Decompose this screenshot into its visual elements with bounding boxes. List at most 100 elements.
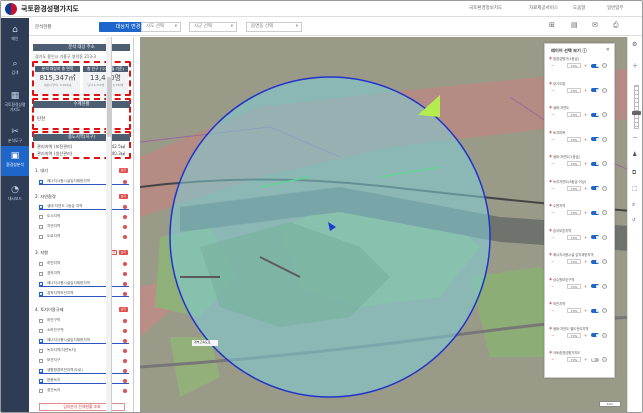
layer-item[interactable]: ◉ 국토환경성평가지도 − 70% + <box>549 350 612 376</box>
opacity-value[interactable]: 70% <box>567 161 581 166</box>
ruler-icon[interactable]: ⧉ <box>632 169 636 177</box>
list-item[interactable]: 에너지사용시설입지제한지역 <box>39 337 129 345</box>
layer-item[interactable]: ◉ 녹지자연도(8등급 이상) −70% + <box>549 179 612 205</box>
opacity-value[interactable]: 70% <box>567 63 581 68</box>
info-dot-icon[interactable] <box>123 261 127 266</box>
nav-item-home[interactable]: ⌂ 메인 <box>1 20 29 50</box>
info-dot-icon[interactable] <box>123 271 127 276</box>
opacity-value[interactable]: 70% <box>567 234 581 240</box>
eye-icon[interactable]: ◉ <box>549 252 552 256</box>
checkbox[interactable] <box>39 234 43 239</box>
info-dot-icon[interactable] <box>123 358 127 363</box>
eye-icon[interactable]: ◉ <box>549 130 552 134</box>
checkbox[interactable] <box>39 204 43 211</box>
layer-toggle[interactable] <box>591 186 599 190</box>
zoom-slider-thumb[interactable] <box>632 111 641 115</box>
list-item[interactable]: 경작지역 <box>39 270 129 277</box>
legend-icon[interactable] <box>602 259 607 264</box>
plus-icon[interactable]: + <box>584 112 587 117</box>
plus-icon[interactable]: ＋ <box>632 61 638 70</box>
layer-item[interactable]: ◉ 수변지역 −70% + <box>549 203 612 229</box>
minus-icon[interactable]: − <box>551 63 554 68</box>
minus-icon[interactable]: − <box>551 357 554 362</box>
panel-scrollbar[interactable] <box>106 37 112 412</box>
opacity-value[interactable]: 70% <box>567 357 581 362</box>
eye-icon[interactable]: ◉ <box>549 350 552 354</box>
legend-icon[interactable] <box>602 283 607 289</box>
checkbox[interactable] <box>39 368 43 375</box>
list-item[interactable]: 보전지구 <box>39 357 129 364</box>
header-link-4[interactable]: 일반업무 <box>607 5 624 11</box>
legend-icon[interactable] <box>602 136 607 142</box>
info-dot-icon[interactable] <box>123 388 127 393</box>
list-item[interactable]: 하천지역 <box>39 260 129 267</box>
layer-item[interactable]: ◉ 에너지사용시설 입지제한지역 −70% + <box>549 252 612 278</box>
eye-icon[interactable]: ◉ <box>549 277 552 281</box>
layer-toggle[interactable] <box>591 63 599 68</box>
checkbox[interactable] <box>39 179 43 186</box>
nav-item-dashboard[interactable]: ◔ 대시보드 <box>1 180 29 210</box>
eye-icon[interactable]: ◉ <box>549 326 552 330</box>
list-item[interactable]: 하천구역 <box>39 317 129 324</box>
eye-icon[interactable]: ◉ <box>549 81 552 85</box>
layer-item[interactable]: ◉ 생태·자연도 별도관리지역 −70% + <box>549 326 612 352</box>
layer-item[interactable]: ◉ 환경성평가(1등급) −70% + <box>549 56 612 82</box>
eye-icon[interactable]: ◉ <box>549 228 552 232</box>
section-view-button[interactable]: 보기 <box>119 250 128 255</box>
legend-icon[interactable] <box>602 234 607 240</box>
plus-icon[interactable]: + <box>584 186 587 191</box>
legend-icon[interactable] <box>602 185 607 191</box>
checkbox[interactable] <box>39 318 43 323</box>
zoom-slider[interactable] <box>634 85 639 129</box>
plus-icon[interactable]: + <box>584 235 587 240</box>
opacity-value[interactable]: 70% <box>567 283 581 289</box>
list-item[interactable]: 소하천구역 <box>39 327 129 334</box>
info-dot-icon[interactable] <box>123 204 127 209</box>
layer-item[interactable]: ◉ 상수원보호구역 −70% + <box>549 277 612 303</box>
scrollbar-thumb[interactable] <box>107 77 111 137</box>
layer-toggle[interactable] <box>591 210 599 215</box>
plus-icon[interactable]: + <box>584 284 587 289</box>
plus-icon[interactable]: + <box>584 333 587 338</box>
layer-toggle[interactable] <box>591 137 599 141</box>
minus-icon[interactable]: − <box>551 284 554 289</box>
layer-toggle[interactable] <box>591 333 599 337</box>
eye-icon[interactable]: ◉ <box>549 154 552 158</box>
nav-item-analysis[interactable]: ▣ 환경성분석 <box>1 146 29 176</box>
print-icon[interactable]: ⎙ <box>613 21 619 30</box>
list-item[interactable]: 경관녹지 <box>39 387 129 394</box>
header-link-1[interactable]: 국토환경정보지도 <box>469 5 502 11</box>
eye-icon[interactable]: ◉ <box>549 105 552 109</box>
list-item[interactable]: 생활환경보전지역(도로) <box>39 367 129 375</box>
info-dot-icon[interactable] <box>123 368 127 373</box>
list-item[interactable]: 에너지사용시설입지제한지역 <box>39 178 129 186</box>
eye-icon[interactable]: ◉ <box>549 56 552 60</box>
nav-item-map[interactable]: ▦ 국토환경성평가지도 <box>1 86 29 120</box>
checkbox[interactable] <box>39 291 43 298</box>
checkbox[interactable] <box>39 224 43 229</box>
gear-icon[interactable]: ⚙ <box>632 41 637 48</box>
nav-item-search[interactable]: ⌕ 검색 <box>1 54 29 84</box>
layer-item[interactable]: ◉ 습지보호지역 −70% + <box>549 228 612 254</box>
checkbox[interactable] <box>39 388 43 393</box>
header-link-3[interactable]: 도움말 <box>573 5 585 11</box>
info-dot-icon[interactable] <box>123 328 127 333</box>
reset-icon[interactable]: ↺ <box>632 217 635 222</box>
layer-toggle[interactable] <box>591 235 599 239</box>
checkbox[interactable] <box>39 214 43 219</box>
checkbox[interactable] <box>39 328 43 333</box>
layer-toggle[interactable] <box>591 161 599 166</box>
plus-icon[interactable]: + <box>584 88 587 93</box>
layer-toggle[interactable] <box>591 112 599 117</box>
checkbox[interactable] <box>39 271 43 276</box>
minus-icon[interactable]: − <box>551 161 554 166</box>
opacity-value[interactable]: 70% <box>567 332 581 338</box>
info-dot-icon[interactable] <box>123 378 127 383</box>
legend-icon[interactable] <box>602 112 607 117</box>
sido-select[interactable]: 시도 선택 <box>141 22 181 32</box>
list-item[interactable]: 녹지지역(자연녹지) <box>39 347 129 354</box>
layer-toggle[interactable] <box>591 357 599 362</box>
section-view-button[interactable]: 보기 <box>119 194 128 199</box>
layer-toggle[interactable] <box>591 259 599 264</box>
legend-icon[interactable] <box>602 161 607 166</box>
